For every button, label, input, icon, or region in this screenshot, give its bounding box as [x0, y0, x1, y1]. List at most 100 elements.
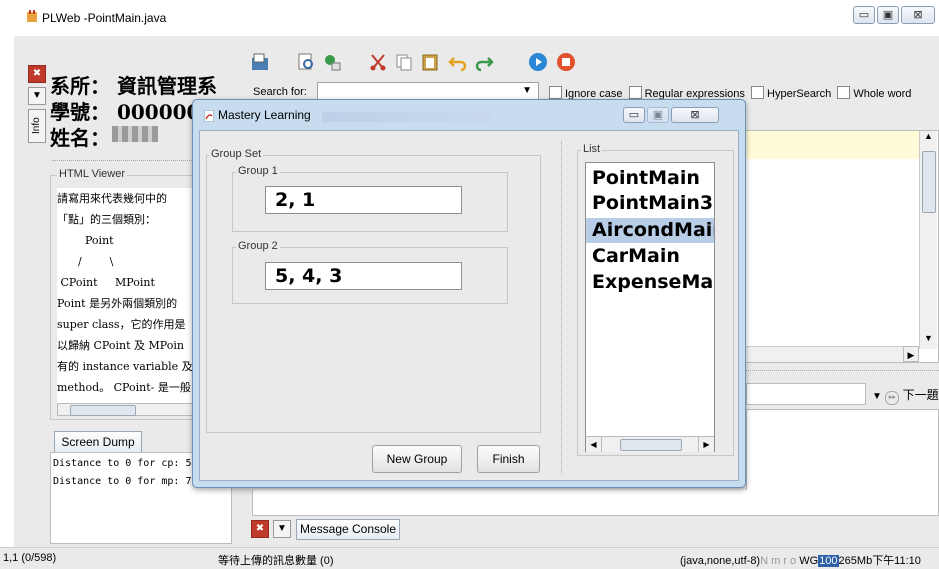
memory-percent: 100 — [818, 555, 839, 567]
chevron-down-icon[interactable]: ▼ — [522, 85, 532, 96]
list-item[interactable]: PointMain3 — [586, 191, 714, 216]
html-line: Point — [57, 234, 114, 247]
student-id-value: 000000 — [116, 100, 201, 124]
html-viewer-legend: HTML Viewer — [57, 168, 128, 180]
list-item[interactable]: PointMain — [586, 166, 714, 191]
info-menu-button[interactable]: ▼ — [28, 87, 46, 105]
maximize-button[interactable]: ▣ — [877, 6, 899, 24]
department-label: 系所： 資訊管理系 — [50, 74, 217, 98]
undo-icon[interactable] — [448, 52, 468, 72]
editor-vscroll[interactable]: ▲ ▼ — [919, 131, 937, 349]
student-id-label: 學號： 000000 — [50, 100, 201, 124]
status-bar: 1,1 (0/598) 等待上傳的訊息數量 (0) (java,none,utf… — [0, 547, 939, 569]
info-tab[interactable]: Info — [28, 109, 46, 143]
scroll-thumb[interactable] — [620, 439, 682, 451]
class-list[interactable]: PointMain PointMain3 AircondMain CarMain… — [585, 162, 715, 452]
chevron-down-icon[interactable]: ▼ — [872, 391, 882, 402]
find-icon[interactable] — [296, 52, 316, 72]
list-legend: List — [581, 143, 603, 155]
html-line: super class，它的作用是 — [57, 318, 186, 331]
dialog-minimize-button[interactable]: ▭ — [623, 107, 645, 123]
app-icon — [26, 10, 38, 23]
java-icon — [204, 110, 214, 122]
info-close-button[interactable]: ✖ — [28, 65, 46, 83]
minimize-button[interactable]: ▭ — [853, 6, 875, 24]
code-editor[interactable] — [722, 130, 939, 363]
search-options: Ignore case Regular expressions HyperSea… — [549, 86, 911, 100]
html-line: method。 CPoint- 是一般 — [57, 381, 191, 394]
html-line: 「點」的三個類別： — [57, 213, 156, 226]
find-replace-icon[interactable] — [322, 52, 342, 72]
stop-icon[interactable] — [556, 52, 576, 72]
dialog-close-button[interactable]: ⊠ — [671, 107, 719, 123]
status-flags: N m r o — [760, 555, 797, 567]
group-1-label: Group 1 — [236, 165, 280, 177]
list-hscroll[interactable]: ◀ ▶ — [586, 436, 714, 452]
hypersearch-checkbox[interactable] — [751, 86, 765, 99]
divider — [746, 370, 939, 371]
scroll-right-icon[interactable]: ▶ — [903, 346, 919, 362]
paste-icon[interactable] — [420, 52, 440, 72]
scroll-thumb[interactable] — [922, 151, 936, 213]
split-divider[interactable] — [561, 141, 565, 474]
group-2-field[interactable]: 5, 4, 3 — [265, 262, 462, 290]
divider — [52, 160, 194, 161]
open-file-icon[interactable] — [250, 52, 270, 72]
clock: 下午11:10 — [872, 555, 921, 567]
department-value: 資訊管理系 — [116, 74, 217, 98]
group-2-label: Group 2 — [236, 240, 280, 252]
run-icon[interactable] — [528, 52, 548, 72]
scroll-down-icon[interactable]: ▼ — [920, 333, 937, 349]
html-viewer-hscroll[interactable] — [57, 403, 195, 416]
console-area — [252, 490, 939, 516]
blurred-name — [112, 126, 158, 142]
tab-screen-dump[interactable]: Screen Dump — [54, 431, 142, 453]
current-line-highlight — [723, 131, 919, 159]
toolbar — [240, 44, 939, 82]
group-1-field[interactable]: 2, 1 — [265, 186, 462, 214]
scroll-left-icon[interactable]: ◀ — [586, 437, 602, 452]
new-group-button[interactable]: New Group — [372, 445, 462, 473]
pending-messages: 等待上傳的訊息數量 (0) — [218, 555, 334, 567]
dialog-maximize-button: ▣ — [647, 107, 669, 123]
scroll-up-icon[interactable]: ▲ — [920, 131, 937, 147]
search-label: Search for: — [253, 86, 307, 98]
redo-icon[interactable] — [474, 52, 494, 72]
list-item[interactable]: ExpenseMain — [586, 270, 714, 295]
html-line: CPoint MPoint — [57, 276, 155, 289]
dialog-title: Mastery Learning — [218, 108, 311, 122]
wg-indicator: WG — [799, 555, 819, 567]
regex-checkbox[interactable] — [628, 86, 642, 99]
tab-message-console[interactable]: Message Console — [296, 519, 400, 540]
whole-word-checkbox[interactable] — [837, 86, 851, 99]
ignore-case-checkbox[interactable] — [549, 86, 562, 99]
next-question-row: ▼ ▸▸ 下一題 — [872, 386, 939, 406]
scroll-right-icon[interactable]: ▶ — [698, 437, 714, 452]
info-side-strip: ✖ ▼ Info — [28, 65, 46, 155]
console-close-icon[interactable]: ✖ — [251, 520, 269, 538]
close-button[interactable]: ⊠ — [901, 6, 935, 24]
question-select[interactable] — [746, 383, 866, 405]
html-line: Point 是另外兩個類別的 — [57, 297, 178, 310]
next-icon[interactable]: ▸▸ — [885, 391, 900, 405]
finish-button[interactable]: Finish — [477, 445, 540, 473]
html-line: 以歸納 CPoint 及 MPoin — [57, 339, 184, 352]
dialog-title-ghost — [322, 112, 492, 122]
editor-hscroll[interactable] — [723, 346, 919, 362]
status-right: (java,none,utf-8)N m r o WG100265Mb下午11:… — [680, 552, 921, 568]
group-set-legend: Group Set — [209, 148, 264, 160]
scroll-thumb[interactable] — [70, 405, 136, 416]
buffer-mode: (java,none,utf-8) — [680, 555, 761, 567]
console-menu-icon[interactable]: ▼ — [273, 520, 291, 538]
window-title: PLWeb -PointMain.java — [42, 11, 167, 25]
memory-usage: 265Mb — [838, 555, 873, 567]
list-item-selected[interactable]: AircondMain — [586, 218, 714, 243]
copy-icon[interactable] — [394, 52, 414, 72]
list-item[interactable]: CarMain — [586, 244, 714, 269]
student-name-label: 姓名： — [50, 126, 110, 150]
html-line: 請寫用來代表幾何中的 — [57, 192, 167, 205]
html-line: / \ — [57, 255, 114, 268]
cut-icon[interactable] — [368, 52, 388, 72]
next-question-button[interactable]: 下一題 — [903, 388, 939, 402]
html-viewer-content: 請寫用來代表幾何中的 「點」的三個類別： Point / \ CPoint MP… — [57, 188, 199, 403]
